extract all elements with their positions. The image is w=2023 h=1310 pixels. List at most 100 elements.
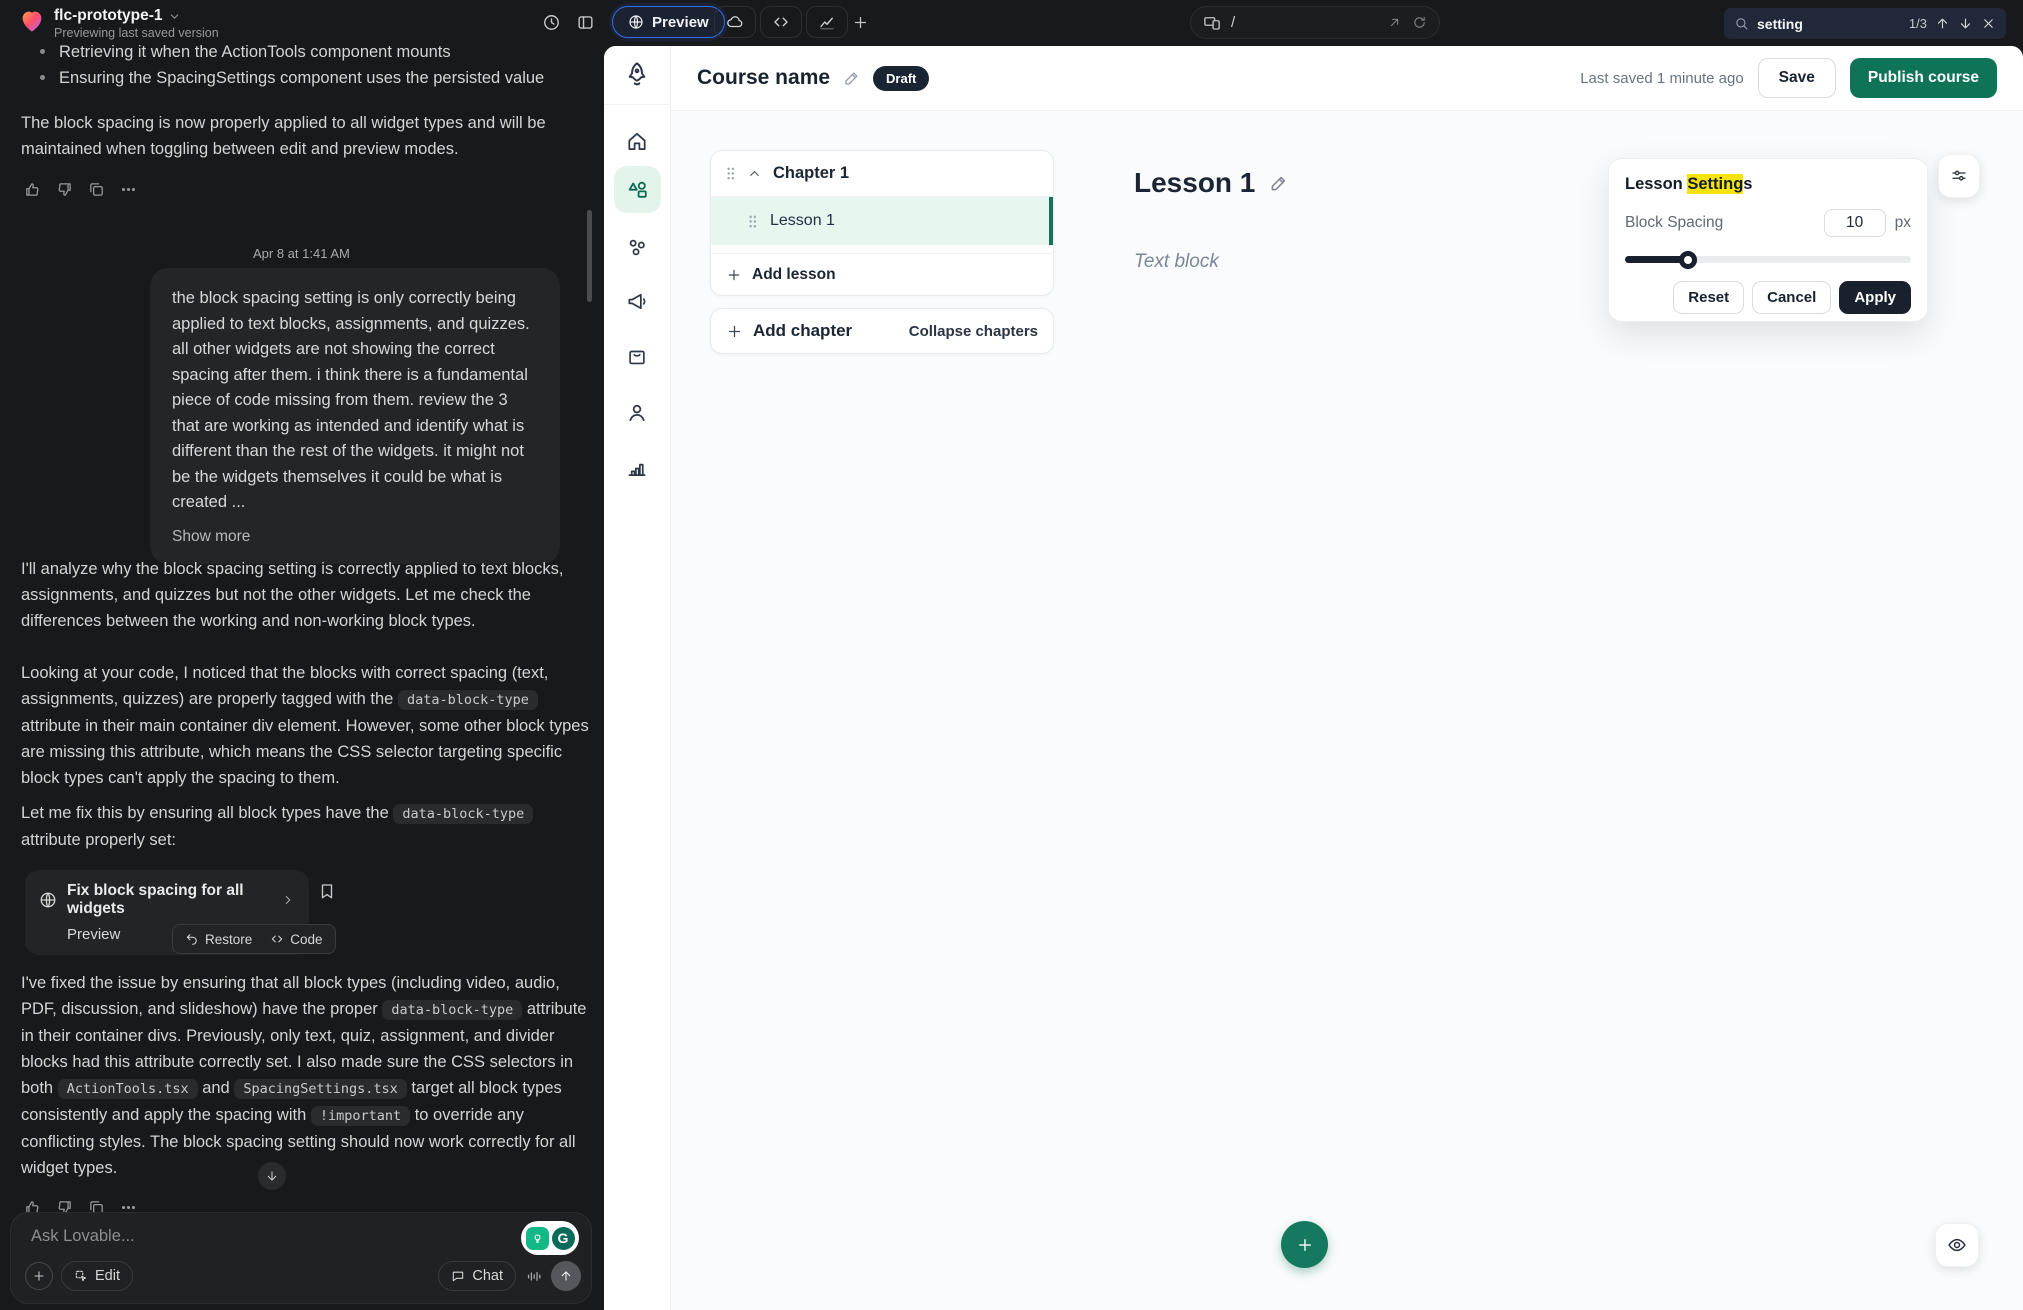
preview-mode-button[interactable]: Preview: [612, 6, 725, 38]
add-chapter-label: Add chapter: [753, 321, 852, 341]
globe-icon: [39, 891, 57, 909]
lesson-row-selected[interactable]: Lesson 1: [711, 197, 1053, 245]
chapter-header-row[interactable]: Chapter 1: [711, 151, 1053, 197]
lovable-logo-icon[interactable]: [18, 7, 46, 35]
inline-code: data-block-type: [398, 690, 538, 710]
edit-mode-button[interactable]: Edit: [61, 1261, 133, 1291]
edit-button-label: Edit: [95, 1268, 120, 1284]
slider-thumb[interactable]: [1679, 251, 1697, 269]
chevron-down-icon: [168, 10, 181, 23]
sidebar-item-store[interactable]: [626, 346, 648, 368]
more-options-icon[interactable]: [120, 181, 137, 198]
add-lesson-button[interactable]: Add lesson: [711, 253, 1053, 295]
sidebar-item-analytics[interactable]: [626, 456, 649, 479]
shopping-bag-icon: [626, 346, 648, 368]
settings-title-text: Lesson: [1625, 175, 1687, 193]
course-canvas: Chapter 1 Lesson 1 Add lesson Add chapte…: [671, 111, 2023, 1310]
paragraph-text: and: [198, 1079, 235, 1097]
settings-title: Lesson Settings: [1625, 175, 1911, 194]
bar-chart-icon: [626, 456, 649, 479]
app-logo-rocket-icon[interactable]: [622, 59, 652, 89]
lesson-title: Lesson 1: [770, 212, 835, 230]
reset-button[interactable]: Reset: [1673, 281, 1744, 314]
line-chart-icon: [818, 13, 836, 31]
new-tab-plus-icon[interactable]: [852, 14, 869, 31]
publish-course-button[interactable]: Publish course: [1850, 58, 1997, 98]
code-icon: [270, 932, 284, 946]
app-preview-frame: Course name Draft Last saved 1 minute ag…: [604, 46, 2023, 1310]
assistant-bullet-list: Retrieving it when the ActionTools compo…: [40, 39, 580, 91]
next-match-arrow-down-icon[interactable]: [1958, 16, 1973, 31]
show-more-link[interactable]: Show more: [172, 528, 538, 546]
code-button[interactable]: Code: [270, 932, 322, 947]
edit-pencil-icon[interactable]: [843, 69, 861, 87]
home-icon: [626, 130, 649, 153]
sidebar-item-content-active[interactable]: [614, 166, 661, 213]
send-message-button[interactable]: [551, 1261, 581, 1291]
cancel-button[interactable]: Cancel: [1752, 281, 1831, 314]
block-spacing-slider[interactable]: [1625, 250, 1911, 268]
chat-scrollbar[interactable]: [587, 210, 592, 302]
voice-waveform-icon[interactable]: [525, 1268, 542, 1285]
thumbs-up-icon[interactable]: [24, 181, 41, 198]
user-message-card: the block spacing setting is only correc…: [150, 268, 560, 564]
text-block-placeholder[interactable]: Text block: [1134, 251, 1219, 273]
drag-handle-icon[interactable]: [747, 214, 758, 229]
chapter-card: Chapter 1 Lesson 1 Add lesson: [710, 150, 1054, 296]
sidebar-item-marketing[interactable]: [626, 290, 649, 313]
search-input[interactable]: [1757, 16, 1877, 32]
bullet-text: Ensuring the SpacingSettings component u…: [59, 65, 544, 91]
block-spacing-input[interactable]: [1824, 209, 1886, 237]
assistant-paragraph: Let me fix this by ensuring all block ty…: [21, 800, 593, 853]
sliders-icon: [1950, 167, 1968, 185]
analytics-button[interactable]: [806, 6, 848, 38]
bullet-text: Retrieving it when the ActionTools compo…: [59, 39, 451, 65]
edit-pencil-icon[interactable]: [1269, 173, 1289, 193]
sidebar-item-community[interactable]: [626, 236, 649, 259]
url-path: /: [1231, 14, 1377, 31]
chat-mode-button[interactable]: Chat: [438, 1261, 516, 1291]
plus-icon: [32, 1269, 46, 1283]
panel-toggle-icon[interactable]: [576, 13, 595, 32]
project-name[interactable]: flc-prototype-1: [54, 7, 181, 25]
message-timestamp: Apr 8 at 1:41 AM: [253, 246, 350, 261]
history-icon[interactable]: [542, 13, 561, 32]
settings-title-text: s: [1743, 175, 1752, 193]
sidebar-item-home[interactable]: [626, 130, 649, 153]
plus-icon: [726, 323, 743, 340]
copy-icon[interactable]: [88, 181, 105, 198]
chevron-right-icon: [281, 893, 295, 907]
cloud-icon: [726, 13, 744, 31]
chevron-up-icon[interactable]: [747, 166, 762, 181]
megaphone-icon: [626, 290, 649, 313]
add-chapter-button[interactable]: Add chapter: [726, 321, 852, 341]
prev-match-arrow-up-icon[interactable]: [1935, 16, 1950, 31]
version-actions-pill: Restore Code: [172, 924, 336, 954]
preview-url-bar[interactable]: /: [1190, 6, 1440, 39]
chat-input[interactable]: [31, 1227, 351, 1246]
drag-handle-icon[interactable]: [725, 166, 736, 181]
preview-eye-button[interactable]: [1935, 1223, 1979, 1267]
inline-code: data-block-type: [382, 1000, 522, 1020]
bookmark-icon[interactable]: [318, 882, 336, 900]
block-spacing-label: Block Spacing: [1625, 214, 1723, 232]
app-header: Course name Draft Last saved 1 minute ag…: [671, 46, 2023, 111]
refresh-icon[interactable]: [1412, 15, 1427, 30]
thumbs-down-icon[interactable]: [56, 181, 73, 198]
sidebar-item-users[interactable]: [626, 401, 649, 424]
cloud-deploy-button[interactable]: [714, 6, 756, 38]
chapter-title: Chapter 1: [773, 164, 849, 183]
restore-button[interactable]: Restore: [185, 932, 252, 947]
add-block-fab[interactable]: [1281, 1221, 1328, 1268]
app-sidebar: [604, 46, 671, 1310]
save-button[interactable]: Save: [1758, 58, 1836, 98]
scroll-to-bottom-button[interactable]: [258, 1162, 286, 1190]
settings-sliders-button[interactable]: [1938, 154, 1980, 198]
grammarly-badge[interactable]: G: [521, 1221, 579, 1255]
attach-plus-button[interactable]: [25, 1262, 53, 1290]
collapse-chapters-button[interactable]: Collapse chapters: [909, 323, 1038, 340]
close-search-icon[interactable]: [1981, 16, 1996, 31]
apply-button[interactable]: Apply: [1839, 281, 1911, 314]
code-view-button[interactable]: [760, 6, 802, 38]
open-external-icon[interactable]: [1387, 15, 1402, 30]
